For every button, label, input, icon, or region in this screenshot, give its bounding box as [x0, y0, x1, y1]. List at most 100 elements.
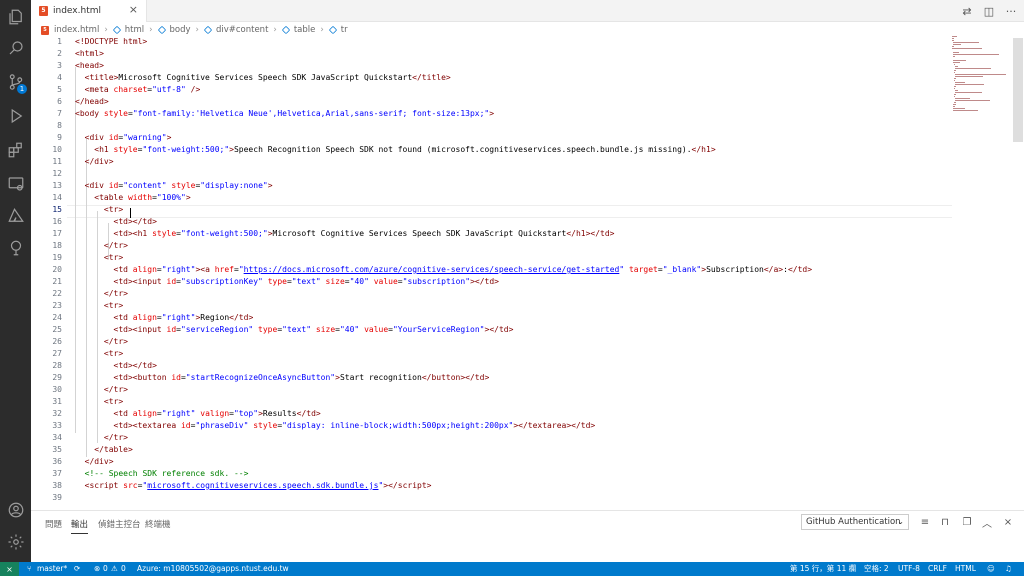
close-icon[interactable]: × [129, 3, 138, 16]
line-number: 3 [57, 61, 62, 70]
breadcrumb-item[interactable]: html [125, 25, 144, 35]
breadcrumb-item[interactable]: tr [341, 25, 348, 35]
code-token: <head> [75, 61, 104, 70]
more-actions-icon[interactable]: ··· [1003, 3, 1019, 19]
azure-icon[interactable] [0, 202, 31, 230]
code-token: "YourServiceRegion" [392, 325, 485, 334]
clear-output-icon[interactable]: ≡ [918, 515, 932, 529]
code-token: Microsoft Cognitive Services Speech SDK … [272, 229, 567, 238]
extensions-icon[interactable] [0, 136, 31, 164]
code-line: </tr> [75, 432, 128, 444]
compare-changes-icon[interactable]: ⇄ [959, 3, 975, 19]
close-panel-icon[interactable]: × [1001, 515, 1015, 529]
branch-name[interactable]: master* [37, 562, 67, 576]
tab-index-html[interactable]: 5 index.html × [31, 0, 147, 22]
remote-icon[interactable]: ⨯ [0, 562, 19, 576]
account-icon[interactable] [0, 496, 31, 524]
code-token: ></td> [470, 277, 499, 286]
code-token: <td> [113, 373, 133, 382]
line-number: 13 [52, 181, 62, 190]
language-mode[interactable]: HTML [955, 562, 976, 576]
code-line: <meta charset="utf-8" /> [75, 84, 201, 96]
code-line: <td><button id="startRecognizeOnceAsyncB… [75, 372, 490, 384]
breadcrumb-item[interactable]: div#content [216, 25, 268, 35]
code-token: <html> [75, 49, 104, 58]
minimap-line [954, 68, 992, 70]
minimap-line [954, 84, 984, 86]
code-line: </div> [75, 156, 114, 168]
source-control-icon[interactable]: 1 [0, 68, 31, 96]
code-line: <tr> [75, 300, 123, 312]
code-token: <td> [113, 421, 133, 430]
breadcrumb-item[interactable]: table [294, 25, 316, 35]
split-editor-icon[interactable]: ◫ [981, 3, 997, 19]
minimap-line [954, 92, 983, 94]
vertical-scrollbar[interactable] [1013, 38, 1023, 142]
code-line: <td><textarea id="phraseDiv" style="disp… [75, 420, 596, 432]
lock-icon[interactable]: ⊓ [938, 515, 952, 529]
output-channel-select[interactable]: GitHub Authentication ⌄ [801, 514, 909, 530]
code-token: "serviceRegion" [180, 325, 254, 334]
line-number: 12 [52, 169, 62, 178]
azure-account[interactable]: Azure: m10805502@gapps.ntust.edu.tw [137, 562, 289, 576]
explorer-icon[interactable] [0, 3, 31, 31]
encoding[interactable]: UTF-8 [898, 562, 920, 576]
tab-terminal[interactable]: 終端機 [145, 518, 171, 530]
code-line: <td align="right"><a href="https://docs.… [75, 264, 813, 276]
code-token: "phraseDiv" [195, 421, 249, 430]
breadcrumb-item[interactable]: body [170, 25, 191, 35]
code-line: <div id="content" style="display:none"> [75, 180, 273, 192]
warning-count[interactable]: 0 [121, 562, 126, 576]
element-icon [281, 25, 291, 35]
code-token: value [359, 325, 389, 334]
code-editor[interactable]: <!DOCTYPE html> <html> <head> <title>Micro… [75, 36, 945, 508]
line-number: 1 [57, 37, 62, 46]
code-line: </tr> [75, 336, 128, 348]
cursor-position[interactable]: 第 15 行，第 11 欄 [790, 562, 856, 576]
code-token: </button></td> [421, 373, 490, 382]
notifications-icon[interactable]: ♫ [1005, 562, 1012, 576]
copy-icon[interactable]: ❐ [960, 515, 974, 529]
code-token: type [253, 325, 278, 334]
code-token: </td> [296, 409, 321, 418]
code-line: </tr> [75, 384, 128, 396]
code-token: align [132, 313, 157, 322]
remote-explorer-icon[interactable] [0, 170, 31, 198]
code-token: id [166, 277, 177, 286]
code-line: <td><input id="serviceRegion" type="text… [75, 324, 514, 336]
tree-icon[interactable] [0, 234, 31, 262]
search-icon[interactable] [0, 34, 31, 62]
code-token: Results [262, 409, 297, 418]
tab-debug-console[interactable]: 偵錯主控台 [98, 518, 141, 530]
line-number: 11 [52, 157, 62, 166]
code-token: </tr> [103, 241, 128, 250]
feedback-icon[interactable]: ☺ [987, 562, 995, 576]
minimap[interactable] [952, 36, 1012, 508]
tab-output[interactable]: 輸出 [71, 518, 89, 534]
error-icon: ⊗ [94, 564, 101, 573]
code-token: id [180, 421, 191, 430]
code-token: "subscriptionKey" [180, 277, 263, 286]
error-count[interactable]: 0 [103, 562, 108, 576]
indentation[interactable]: 空格: 2 [864, 562, 889, 576]
run-debug-icon[interactable] [0, 102, 31, 130]
code-token: <table [94, 193, 128, 202]
breadcrumb-item[interactable]: index.html [54, 25, 99, 35]
tab-problems[interactable]: 問題 [45, 518, 62, 530]
code-token: width [127, 193, 153, 202]
chevron-right-icon: › [320, 25, 324, 35]
code-token: style [113, 145, 138, 154]
line-number: 15 [52, 205, 62, 214]
chevron-up-icon[interactable]: ︿ [980, 515, 994, 530]
end-of-line[interactable]: CRLF [928, 562, 947, 576]
settings-gear-icon[interactable] [0, 528, 31, 556]
sync-icon[interactable]: ⟳ [74, 562, 80, 576]
line-number: 9 [57, 133, 62, 142]
line-number: 32 [52, 409, 62, 418]
activity-bar: 1 [0, 0, 31, 562]
